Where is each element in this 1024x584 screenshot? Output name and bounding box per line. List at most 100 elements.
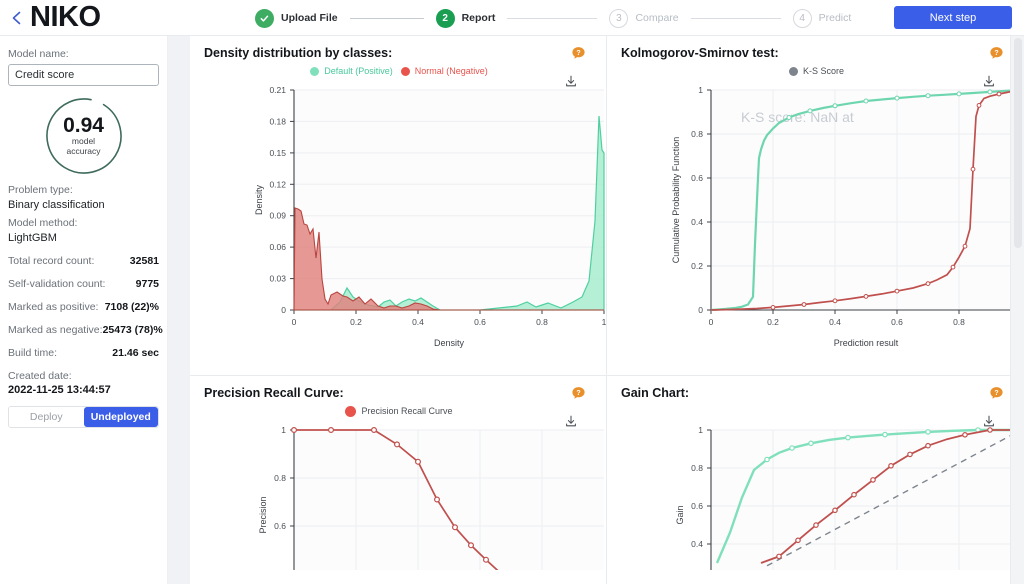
svg-text:0.6: 0.6 [274,521,286,531]
help-question-icon[interactable]: ? [989,386,1004,401]
svg-text:0.4: 0.4 [691,539,703,549]
help-question-icon[interactable]: ? [989,46,1004,61]
legend-item-ks-score[interactable]: K-S Score [788,66,844,76]
svg-text:0.6: 0.6 [691,173,703,183]
body-area: Model name: 0.94 model accuracy Proble [0,36,1024,584]
chevron-left-icon[interactable] [8,9,26,27]
plot-precision-recall-curve: 1 0.8 0.6 Precision [204,420,604,570]
model-method-value: LightGBM [8,232,57,244]
deployment-toggle[interactable]: Deploy Undeployed [8,406,159,428]
svg-text:0.2: 0.2 [767,317,779,327]
stat-marked-as-negative: Marked as negative: 25473 (78)% [8,324,163,336]
undeployed-button[interactable]: Undeployed [83,407,158,427]
accuracy-gauge: 0.94 model accuracy [42,94,126,178]
svg-text:0.8: 0.8 [691,463,703,473]
card-precision-recall-curve: Precision Recall Curve: ? Precision Reca… [190,376,607,584]
step-predict[interactable]: 4 Predict [792,8,851,28]
stat-value: 32581 [129,255,159,267]
stat-value: 25473 (78)% [102,324,163,336]
step-label-report: Report [461,12,496,24]
svg-text:1: 1 [698,85,703,95]
svg-text:1: 1 [602,317,607,327]
svg-text:0.8: 0.8 [691,129,703,139]
legend-item-default-positive[interactable]: Default (Positive) [310,66,393,76]
svg-text:0.09: 0.09 [269,211,286,221]
svg-text:0.18: 0.18 [269,116,286,126]
created-date-block: Created date: 2022-11-25 13:44:57 [8,370,159,396]
card-title-gain-chart: Gain Chart: [621,386,690,400]
stat-self-validation-count: Self-validation count: 9775 [8,278,159,290]
app-root: NIKO Upload File 2 Report 3 Compare 4 Pr… [0,0,1024,584]
help-question-icon[interactable]: ? [571,386,586,401]
svg-text:0.8: 0.8 [274,473,286,483]
svg-text:0.06: 0.06 [269,242,286,252]
step-compare[interactable]: 3 Compare [609,8,679,28]
card-title-density: Density distribution by classes: [204,46,393,60]
svg-text:0: 0 [292,317,297,327]
step-report[interactable]: 2 Report [435,8,496,28]
svg-text:0.4: 0.4 [829,317,841,327]
legend-label: Normal (Negative) [414,66,488,76]
brand-area: NIKO [0,3,240,32]
legend-dot-icon [345,405,357,417]
created-date-value: 2022-11-25 13:44:57 [8,384,111,396]
legend-density: Default (Positive) Normal (Negative) [204,64,594,78]
legend-item-normal-negative[interactable]: Normal (Negative) [400,66,488,76]
svg-text:0.03: 0.03 [269,274,286,284]
svg-text:0.6: 0.6 [891,317,903,327]
plot-kolmogorov-smirnov: 1 0.8 0.6 0.4 0.2 0 0 0.2 0.4 0.6 0.8 Cu… [621,80,1024,350]
main-scrollbar[interactable] [1010,36,1024,584]
svg-text:Precision: Precision [258,496,268,533]
accuracy-gauge-wrap: 0.94 model accuracy [8,94,159,178]
chart-card-grid: Density distribution by classes: ? Defau… [190,36,1024,584]
svg-text:Density: Density [434,338,465,348]
svg-text:0.2: 0.2 [691,261,703,271]
ks-annotation-text: K-S score: NaN at [741,109,854,125]
plot-density-distribution: 0.21 0.18 0.15 0.12 0.09 0.06 0.03 0 0 0… [204,80,606,350]
next-step-button[interactable]: Next step [894,6,1012,29]
accuracy-gauge-text: 0.94 model accuracy [42,94,126,178]
stat-build-time: Build time: 21.46 sec [8,347,159,359]
svg-text:Gain: Gain [675,505,685,524]
scrollbar-thumb[interactable] [1014,38,1022,248]
card-title-precision-recall: Precision Recall Curve: [204,386,344,400]
step-connector-1 [349,17,424,19]
stat-label: Marked as negative: [8,324,103,336]
svg-text:?: ? [576,50,580,57]
legend-gain-chart [621,404,1012,418]
stat-label: Build time: [8,347,58,359]
svg-text:0: 0 [698,305,703,315]
problem-type-value: Binary classification [8,199,105,211]
stat-marked-as-positive: Marked as positive: 7108 (22)% [8,301,159,313]
svg-text:0.6: 0.6 [691,501,703,511]
svg-text:1: 1 [281,425,286,435]
model-name-input[interactable] [8,64,159,86]
plot-gain-chart: 1 0.8 0.6 0.4 Gain [621,420,1024,570]
stat-label: Total record count: [8,255,95,267]
svg-text:Density: Density [254,184,264,215]
step-label-upload-file: Upload File [281,12,338,24]
stat-label: Self-validation count: [8,278,106,290]
svg-text:0.4: 0.4 [691,217,703,227]
stat-value: 21.46 sec [112,347,159,359]
app-logo: NIKO [30,1,101,33]
step-connector-2 [507,17,598,19]
svg-text:0.2: 0.2 [350,317,362,327]
accuracy-value: 0.94 [63,114,104,138]
model-method-label: Model method: [8,217,78,229]
legend-item-precision-recall-curve[interactable]: Precision Recall Curve [345,405,453,417]
problem-type-label: Problem type: [8,184,73,196]
svg-text:0.8: 0.8 [953,317,965,327]
legend-ks: K-S Score [621,64,1012,78]
help-question-icon[interactable]: ? [571,46,586,61]
step-number-3: 3 [609,8,629,28]
deploy-button[interactable]: Deploy [9,407,84,427]
legend-precision-recall: Precision Recall Curve [204,404,594,418]
created-date-label: Created date: [8,370,72,382]
stat-label: Marked as positive: [8,301,99,313]
svg-text:0.4: 0.4 [412,317,424,327]
stat-value: 7108 (22)% [104,301,159,313]
step-upload-file[interactable]: Upload File [255,8,338,28]
card-kolmogorov-smirnov: Kolmogorov-Smirnov test: ? K-S Score 1 0… [607,36,1024,376]
model-summary-sidebar: Model name: 0.94 model accuracy Proble [0,36,168,584]
